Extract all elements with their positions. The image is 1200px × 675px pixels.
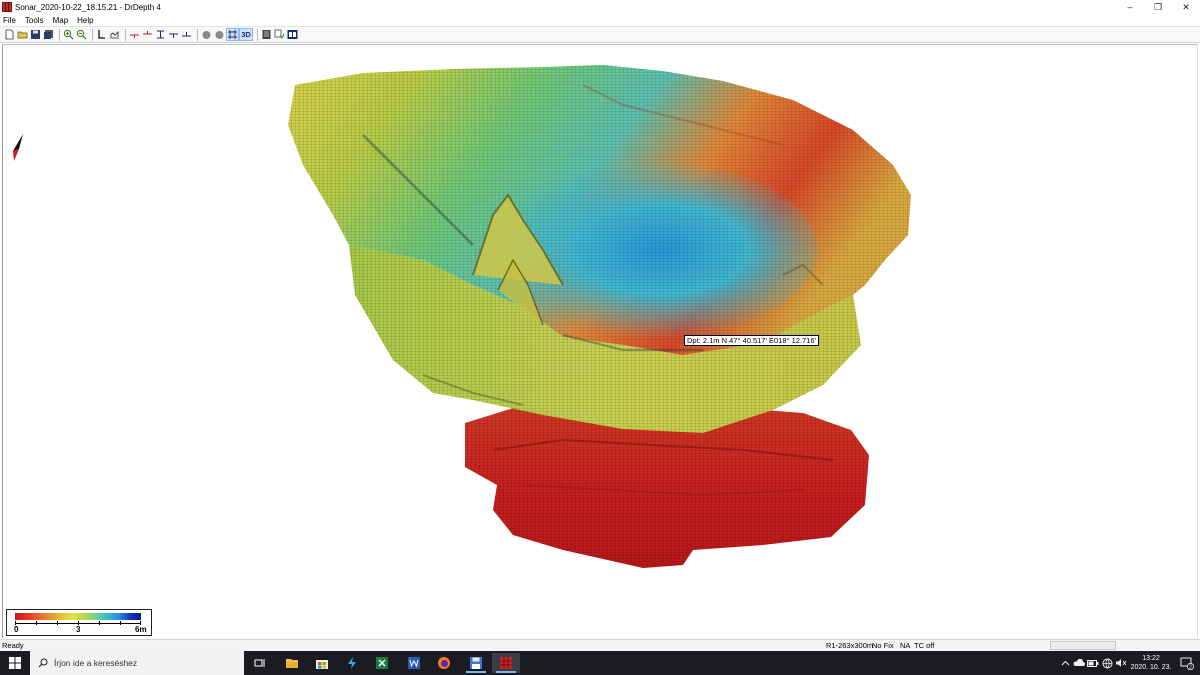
start-button[interactable]	[0, 651, 30, 675]
file-explorer-icon[interactable]	[278, 653, 306, 673]
status-progress-bar	[1050, 641, 1116, 650]
new-file-icon[interactable]	[4, 29, 15, 40]
marker-5-icon[interactable]	[181, 29, 192, 40]
terrain-3d-surface[interactable]	[3, 45, 1198, 638]
toolbar-separator	[92, 28, 93, 41]
floppy-app-icon[interactable]	[462, 653, 490, 673]
clock-time: 13:22	[1142, 655, 1160, 662]
store-icon[interactable]	[308, 653, 336, 673]
save-all-icon[interactable]	[43, 29, 54, 40]
marker-3-icon[interactable]	[155, 29, 166, 40]
drdepth-taskbar-icon[interactable]	[492, 653, 520, 673]
menu-tools[interactable]: Tools	[25, 16, 44, 25]
open-folder-icon[interactable]	[17, 29, 28, 40]
legend-mid-label: 3	[76, 625, 81, 634]
status-na: NA	[900, 641, 911, 650]
grid-icon[interactable]	[226, 28, 239, 41]
shade-icon[interactable]	[201, 29, 212, 40]
measure-l-icon[interactable]	[96, 29, 107, 40]
notification-center-icon[interactable]: 2	[1174, 651, 1200, 675]
depth-tooltip: Dpt: 2.1m N 47° 40.517' E018° 12.716'	[684, 335, 819, 346]
windows-logo-icon	[9, 657, 21, 669]
restore-button[interactable]: ❐	[1144, 0, 1172, 14]
status-bar: Ready R1-263x300m No Fix NA TC off	[0, 639, 1200, 651]
toolbar: 3D	[0, 26, 1200, 43]
notification-count: 2	[1189, 664, 1192, 670]
onedrive-icon[interactable]	[1072, 651, 1086, 675]
legend-max-label: 6m	[135, 625, 147, 634]
zoom-in-icon[interactable]	[63, 29, 74, 40]
3d-view-button[interactable]: 3D	[239, 28, 253, 41]
window-controls: – ❐ ✕	[1116, 0, 1200, 14]
database-icon[interactable]	[287, 29, 298, 40]
minimize-button[interactable]: –	[1116, 0, 1144, 14]
taskbar-search[interactable]: Írjon ide a kereséshez	[30, 651, 244, 675]
battery-icon[interactable]	[1086, 651, 1100, 675]
search-placeholder: Írjon ide a kereséshez	[54, 658, 138, 668]
legend-color-bar	[15, 613, 141, 620]
depth-color-legend: 0 3 6m	[6, 609, 152, 636]
menu-bar: File Tools Map Help	[0, 14, 1200, 26]
volume-muted-icon[interactable]	[1114, 651, 1128, 675]
status-gps-fix: No Fix	[872, 641, 894, 650]
legend-tick	[99, 621, 100, 625]
profile-icon[interactable]	[109, 29, 120, 40]
marker-4-icon[interactable]	[168, 29, 179, 40]
legend-tick	[57, 621, 58, 625]
map-viewport[interactable]: Dpt: 2.1m N 47° 40.517' E018° 12.716' 0 …	[2, 44, 1198, 638]
toolbar-separator	[59, 28, 60, 41]
toolbar-separator	[125, 28, 126, 41]
network-globe-icon[interactable]	[1100, 651, 1114, 675]
menu-file[interactable]: File	[3, 16, 16, 25]
chevron-up-icon[interactable]	[1058, 651, 1072, 675]
drdepth-app-icon[interactable]	[2, 2, 12, 12]
export-icon[interactable]	[274, 29, 285, 40]
window-title: Sonar_2020-10-22_18.15.21 - DrDepth 4	[15, 2, 161, 12]
north-arrow-icon	[13, 134, 23, 161]
windows-taskbar: Írjon ide a kereséshez 13:22 2020. 10. 2…	[0, 651, 1200, 675]
search-icon	[38, 658, 48, 668]
menu-help[interactable]: Help	[77, 16, 93, 25]
save-icon[interactable]	[30, 29, 41, 40]
taskbar-clock[interactable]: 13:22 2020. 10. 23.	[1128, 654, 1174, 672]
marker-icon[interactable]	[129, 29, 140, 40]
zoom-out-icon[interactable]	[76, 29, 87, 40]
status-ready: Ready	[2, 641, 24, 650]
task-view-icon[interactable]	[246, 653, 274, 673]
legend-min-label: 0	[14, 625, 19, 634]
title-bar: Sonar_2020-10-22_18.15.21 - DrDepth 4 – …	[0, 0, 1200, 14]
shade-2-icon[interactable]	[214, 29, 225, 40]
legend-tick	[120, 621, 121, 625]
menu-map[interactable]: Map	[53, 16, 69, 25]
excel-icon[interactable]	[368, 653, 396, 673]
toolbar-separator	[197, 28, 198, 41]
clock-date: 2020. 10. 23.	[1130, 664, 1172, 671]
toolbar-separator	[257, 28, 258, 41]
legend-tick	[36, 621, 37, 625]
system-tray: 13:22 2020. 10. 23. 2	[1058, 651, 1200, 675]
firefox-icon[interactable]	[430, 653, 458, 673]
marker-2-icon[interactable]	[142, 29, 153, 40]
status-tc: TC off	[914, 641, 935, 650]
status-resolution: R1-263x300m	[826, 641, 874, 650]
legend-icon[interactable]	[261, 29, 272, 40]
word-icon[interactable]	[400, 653, 428, 673]
close-button[interactable]: ✕	[1172, 0, 1200, 14]
lightning-app-icon[interactable]	[338, 653, 366, 673]
